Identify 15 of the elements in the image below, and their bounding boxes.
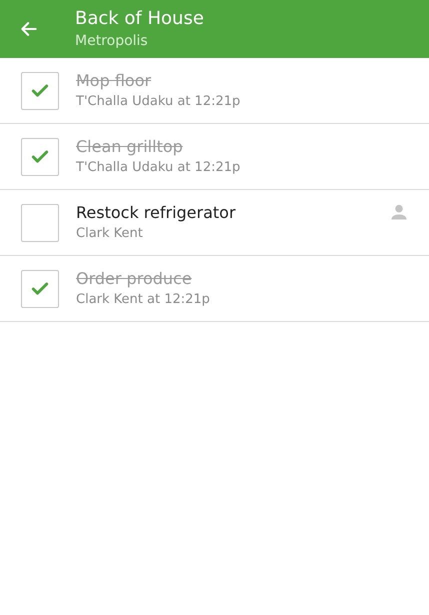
task-title: Restock refrigerator	[76, 202, 237, 224]
task-detail: T'Challa Udaku at 12:21p	[76, 92, 242, 110]
checkbox[interactable]	[21, 270, 59, 308]
header-title: Back of House	[75, 7, 204, 31]
task-detail: T'Challa Udaku at 12:21p	[76, 158, 242, 176]
header-subtitle: Metropolis	[75, 32, 149, 51]
task-detail: Clark Kent	[76, 224, 144, 242]
person-icon	[389, 202, 409, 222]
checkbox[interactable]	[21, 72, 59, 110]
task-title: Mop floor	[76, 70, 152, 92]
task-detail: Clark Kent at 12:21p	[76, 290, 211, 308]
checkbox[interactable]	[21, 204, 59, 242]
task-title: Clean grilltop	[76, 136, 184, 158]
checkbox[interactable]	[21, 138, 59, 176]
task-title: Order produce	[76, 268, 193, 290]
